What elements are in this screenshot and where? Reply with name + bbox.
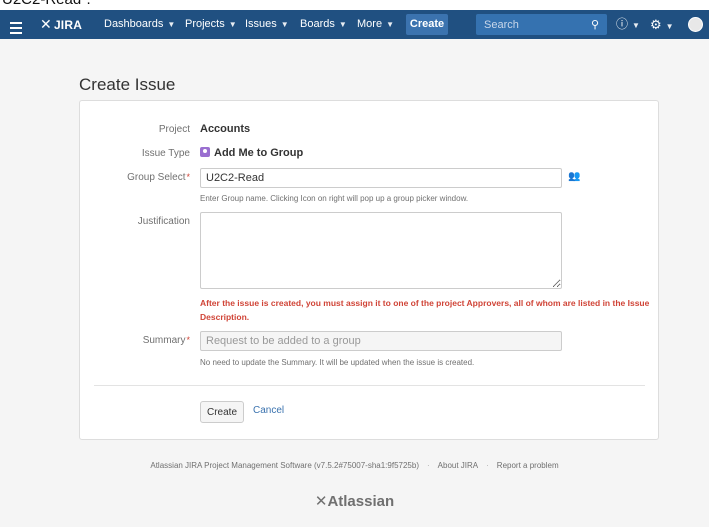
page-title: Create Issue <box>79 75 176 95</box>
summary-help: No need to update the Summary. It will b… <box>200 358 475 367</box>
nav-label: Boards <box>300 18 335 30</box>
issue-type-label: Issue Type <box>141 148 190 159</box>
avatar[interactable] <box>688 17 703 32</box>
nav-label: Dashboards <box>104 18 164 30</box>
cropped-text: U2C2-Read". <box>2 0 91 8</box>
footer-separator: · <box>486 461 489 470</box>
form-create-button[interactable]: Create <box>200 401 244 423</box>
report-problem-link[interactable]: Report a problem <box>497 461 559 470</box>
chevron-down-icon: ▼ <box>632 21 640 30</box>
chevron-down-icon: ▼ <box>167 20 176 29</box>
nav-boards[interactable]: Boards ▼ <box>300 10 347 39</box>
cancel-link[interactable]: Cancel <box>253 405 284 416</box>
form-divider <box>94 385 645 386</box>
jira-logo-icon: ✕ <box>40 16 52 32</box>
create-issue-form: Project Accounts Issue Type Add Me to Gr… <box>79 100 659 440</box>
justification-textarea[interactable] <box>200 212 562 289</box>
chevron-down-icon: ▼ <box>665 22 674 31</box>
top-navbar: ✕ JIRA Dashboards ▼ Projects ▼ Issues ▼ Boar… <box>0 10 709 39</box>
create-button[interactable]: Create <box>406 14 448 35</box>
summary-input[interactable] <box>200 331 562 351</box>
cropped-top-text: U2C2-Read". <box>0 0 709 10</box>
atlassian-logo: ✕Atlassian <box>0 492 709 510</box>
footer-software: Atlassian JIRA Project Management Softwa… <box>150 461 419 470</box>
chevron-down-icon: ▼ <box>386 20 394 29</box>
search-icon[interactable]: ⚲ <box>591 18 599 31</box>
app-switcher-icon[interactable] <box>10 10 24 39</box>
nav-dashboards[interactable]: Dashboards ▼ <box>104 10 175 39</box>
jira-logo[interactable]: ✕ JIRA <box>40 10 82 39</box>
nav-label: Projects <box>185 18 225 30</box>
search-box: ⚲ <box>476 14 607 35</box>
issue-type-value: Add Me to Group <box>200 147 303 159</box>
chevron-down-icon: ▼ <box>280 20 289 29</box>
search-input[interactable] <box>476 14 586 35</box>
nav-projects[interactable]: Projects ▼ <box>185 10 237 39</box>
issue-type-text: Add Me to Group <box>214 147 304 159</box>
group-select-input[interactable] <box>200 168 562 188</box>
nav-more[interactable]: More ▼ <box>357 10 394 39</box>
about-jira-link[interactable]: About JIRA <box>438 461 478 470</box>
group-select-label: Group Select* <box>80 172 190 183</box>
help-menu[interactable]: ⓘ ▼ <box>616 10 640 39</box>
gear-icon: ⚙ <box>650 17 662 32</box>
summary-label-text: Summary <box>142 335 186 346</box>
group-picker-icon[interactable]: 👥 <box>568 171 580 182</box>
issue-type-icon <box>200 147 210 157</box>
summary-label: Summary* <box>80 335 190 346</box>
project-label: Project <box>158 124 190 135</box>
atlassian-logo-text: Atlassian <box>327 493 395 510</box>
jira-logo-text: JIRA <box>53 18 83 32</box>
group-select-label-text: Group Select <box>127 172 186 183</box>
required-marker: * <box>186 172 190 182</box>
required-marker: * <box>186 335 190 345</box>
chevron-down-icon: ▼ <box>228 20 237 29</box>
nav-label: Issues <box>245 18 277 30</box>
settings-menu[interactable]: ⚙ ▼ <box>650 10 674 39</box>
approver-warning: After the issue is created, you must ass… <box>200 298 650 322</box>
footer-separator: · <box>426 461 430 470</box>
nav-label: More <box>357 18 383 30</box>
help-icon: ⓘ <box>616 17 629 31</box>
nav-issues[interactable]: Issues ▼ <box>245 10 289 39</box>
group-select-help: Enter Group name. Clicking Icon on right… <box>200 194 469 203</box>
chevron-down-icon: ▼ <box>338 20 347 29</box>
project-value: Accounts <box>200 123 251 135</box>
atlassian-logo-icon: ✕ <box>314 493 328 510</box>
footer: Atlassian JIRA Project Management Softwa… <box>0 461 709 470</box>
justification-label: Justification <box>137 216 190 227</box>
